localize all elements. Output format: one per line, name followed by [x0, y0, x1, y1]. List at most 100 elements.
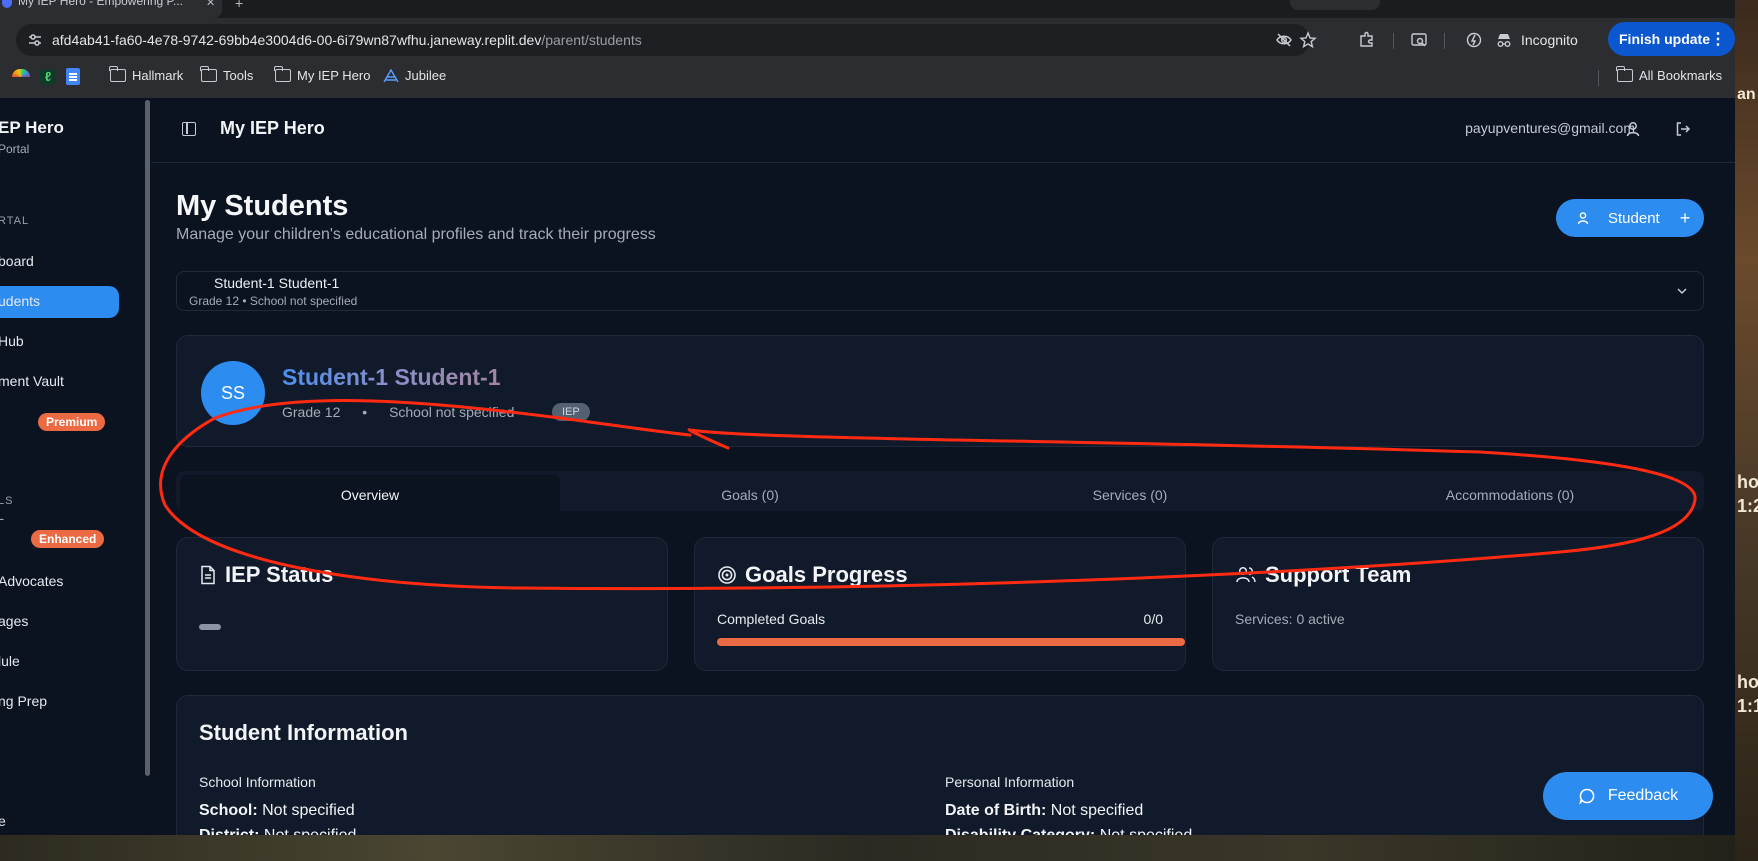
- bookmark-jubilee[interactable]: Jubilee: [383, 68, 446, 83]
- bookmark-tools[interactable]: Tools: [200, 66, 254, 83]
- student-profile-card: SS Student-1 Student-1 Grade 12 • School…: [176, 335, 1704, 447]
- dob-value: Not specified: [1050, 802, 1144, 819]
- site-settings-icon[interactable]: [28, 33, 42, 47]
- sidebar: EP Hero Portal RTAL board udents Hub men…: [0, 98, 143, 835]
- finish-update-button[interactable]: Finish update ⋮: [1608, 22, 1735, 56]
- folder-icon: [109, 66, 126, 82]
- new-tab-icon[interactable]: +: [235, 0, 243, 11]
- disability-label: Disability Category:: [945, 827, 1095, 835]
- sidebar-item-hub[interactable]: Hub: [0, 333, 24, 349]
- tab-goals[interactable]: Goals (0): [560, 475, 940, 515]
- desktop-background: an hot 1:22 hot 1:19: [1735, 0, 1758, 861]
- sidebar-item-messages[interactable]: ages: [0, 613, 28, 629]
- browser-tab-title: My IEP Hero - Empowering P...: [18, 0, 183, 8]
- browser-tab[interactable]: My IEP Hero - Empowering P... ✕: [0, 0, 222, 18]
- address-bar[interactable]: afd4ab41-fa60-4e78-9742-69bb4e3004d6-00-…: [16, 24, 1317, 56]
- sidebar-item-students[interactable]: udents: [0, 293, 40, 309]
- extensions-icon[interactable]: [1358, 31, 1376, 49]
- user-icon[interactable]: [1624, 120, 1642, 138]
- tab-overview[interactable]: Overview: [180, 475, 560, 515]
- enhanced-badge: Enhanced: [31, 530, 105, 548]
- bookmark-label: Tools: [223, 68, 254, 83]
- window-controls: [1290, 0, 1380, 10]
- jubilee-favicon-icon: [383, 68, 399, 82]
- services-active-text: Services: 0 active: [1235, 611, 1345, 627]
- bookmark-favicons[interactable]: ℓ: [12, 68, 80, 85]
- desktop-text: 1:22: [1737, 496, 1758, 516]
- loading-skeleton: [199, 624, 221, 630]
- tab-accommodations[interactable]: Accommodations (0): [1320, 475, 1700, 515]
- leaf-favicon-icon[interactable]: ℓ: [40, 68, 56, 85]
- logout-icon[interactable]: [1674, 120, 1692, 138]
- sidebar-item-meeting-prep[interactable]: ng Prep: [0, 693, 47, 709]
- dob-row: Date of Birth: Not specified: [945, 802, 1143, 820]
- student-selector[interactable]: Student-1 Student-1 Grade 12 • School no…: [176, 271, 1704, 311]
- support-team-card: Support Team Services: 0 active: [1212, 537, 1704, 671]
- toolbar-separator: [1393, 33, 1394, 49]
- school-information-heading: School Information: [199, 774, 316, 790]
- bookmark-label: Hallmark: [132, 68, 184, 83]
- incognito-label: Incognito: [1521, 32, 1578, 48]
- app-window: EP Hero Portal RTAL board udents Hub men…: [0, 98, 1735, 835]
- sidebar-item-dashboard[interactable]: board: [0, 253, 34, 269]
- personal-information-heading: Personal Information: [945, 774, 1075, 790]
- goals-progress-bar: [717, 638, 1185, 646]
- iep-status-title-text: IEP Status: [225, 562, 334, 587]
- browser-tabstrip: My IEP Hero - Empowering P... ✕ +: [0, 0, 1735, 18]
- tab-close-icon[interactable]: ✕: [206, 0, 215, 9]
- district-row: District: Not specified: [199, 827, 356, 835]
- selected-student-name: Student-1 Student-1: [214, 275, 340, 291]
- student-information-title: Student Information: [199, 720, 408, 745]
- finish-update-label: Finish update: [1619, 31, 1710, 47]
- sidebar-scrollbar-thumb[interactable]: [145, 100, 150, 776]
- bookmarks-separator: [1598, 70, 1599, 86]
- meta-separator: •: [362, 404, 368, 420]
- support-team-title: Support Team: [1235, 562, 1411, 588]
- sidebar-toggle-icon[interactable]: [182, 122, 196, 136]
- tab-services[interactable]: Services (0): [940, 475, 1320, 515]
- sidebar-item-schedule[interactable]: lule: [0, 653, 20, 669]
- feedback-button[interactable]: Feedback: [1543, 772, 1713, 820]
- desktop-text: hot: [1737, 472, 1758, 492]
- message-circle-icon: [1579, 788, 1595, 805]
- sidebar-subtitle: Portal: [0, 142, 30, 156]
- rainbow-favicon-icon[interactable]: [12, 68, 30, 85]
- bookmark-hallmark[interactable]: Hallmark: [109, 66, 184, 83]
- sidebar-item-profile[interactable]: e: [0, 813, 6, 829]
- student-grade: Grade 12: [282, 404, 341, 420]
- completed-goals-value: 0/0: [1143, 611, 1163, 627]
- student-school: School not specified: [389, 404, 515, 420]
- dob-label: Date of Birth:: [945, 802, 1047, 819]
- goals-progress-title: Goals Progress: [717, 562, 908, 588]
- target-icon: [718, 566, 736, 584]
- page-title: My Students: [176, 190, 349, 222]
- plus-icon: +: [1679, 207, 1691, 228]
- star-icon[interactable]: [1299, 31, 1317, 49]
- sidebar-item-document-vault[interactable]: ment Vault: [0, 373, 64, 389]
- eye-off-icon[interactable]: [1275, 31, 1293, 49]
- disability-row: Disability Category: Not specified: [945, 827, 1192, 835]
- completed-goals-label: Completed Goals: [717, 611, 826, 627]
- chevron-down-icon: [1677, 288, 1687, 295]
- user-email: payupventures@gmail.com: [1465, 120, 1635, 136]
- student-meta: Grade 12 • School not specified: [282, 404, 514, 420]
- all-bookmarks[interactable]: All Bookmarks: [1616, 66, 1722, 83]
- performance-icon[interactable]: [1465, 31, 1483, 49]
- app-title: My IEP Hero: [220, 118, 325, 138]
- iep-badge: IEP: [552, 403, 590, 421]
- tab-search-icon[interactable]: [1410, 31, 1428, 49]
- folder-icon: [1616, 66, 1633, 82]
- sidebar-item-advocates[interactable]: Advocates: [0, 573, 63, 589]
- feedback-label: Feedback: [1607, 787, 1679, 804]
- sidebar-section-tools: LS: [0, 495, 14, 507]
- iep-status-title: IEP Status: [199, 562, 333, 588]
- incognito-indicator[interactable]: Incognito: [1495, 25, 1578, 55]
- document-icon: [201, 565, 215, 585]
- docs-favicon-icon[interactable]: [66, 68, 80, 85]
- student-name: Student-1 Student-1: [282, 364, 501, 390]
- bookmark-my-iep-hero[interactable]: My IEP Hero: [274, 66, 370, 83]
- selected-student-detail: Grade 12 • School not specified: [189, 294, 358, 308]
- incognito-icon: [1497, 34, 1511, 47]
- school-row: School: Not specified: [199, 802, 355, 820]
- add-student-button[interactable]: Student +: [1556, 199, 1704, 237]
